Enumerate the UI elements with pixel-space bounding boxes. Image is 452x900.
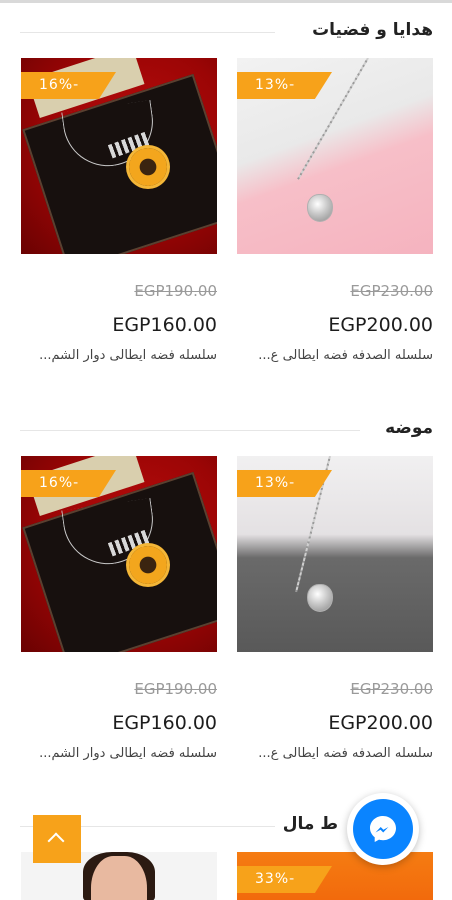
messenger-circle	[353, 799, 413, 859]
pearl-pendant	[307, 194, 333, 222]
scroll-to-top-button[interactable]	[33, 815, 81, 863]
discount-badge: 13%-	[237, 72, 332, 99]
top-divider	[0, 0, 452, 3]
sunflower-pendant	[129, 148, 167, 186]
price: EGP200.00	[328, 314, 433, 336]
product-card[interactable]: 16%- EGP190.00 EGP160.00 سلسله فضه ايطال…	[21, 456, 217, 776]
section-divider	[20, 430, 360, 431]
portrait-face	[91, 856, 147, 900]
section-header: هدايا و فضيات	[20, 18, 433, 48]
product-name[interactable]: سلسله فضه ايطالى دوار الشم...	[21, 746, 217, 761]
section-title: موضه	[385, 418, 433, 438]
price: EGP200.00	[328, 712, 433, 734]
old-price: EGP190.00	[134, 282, 217, 300]
product-image[interactable]: 16%-	[21, 456, 217, 652]
old-price: EGP230.00	[350, 282, 433, 300]
price: EGP160.00	[112, 314, 217, 336]
product-image[interactable]: 13%-	[237, 456, 433, 652]
product-card[interactable]: 13%- EGP230.00 EGP200.00 سلسله الصدفه فض…	[237, 456, 433, 776]
section-header: موضه	[20, 416, 433, 446]
sunflower-pendant	[129, 546, 167, 584]
product-image[interactable]: 16%-	[21, 58, 217, 254]
product-name[interactable]: سلسله الصدفه فضه ايطالى ع...	[237, 348, 433, 363]
product-card[interactable]: 13%- EGP230.00 EGP200.00 سلسله الصدفه فض…	[237, 58, 433, 378]
product-image[interactable]: 13%-	[237, 58, 433, 254]
section-divider	[20, 32, 275, 33]
section-title: هدايا و فضيات	[312, 20, 433, 40]
product-name[interactable]: سلسله فضه ايطالى دوار الشم...	[21, 348, 217, 363]
discount-badge: 33%-	[237, 866, 332, 893]
chevron-up-icon	[47, 832, 65, 850]
product-image[interactable]: 33%-	[237, 852, 433, 900]
pearl-pendant	[307, 584, 333, 612]
old-price: EGP230.00	[350, 680, 433, 698]
messenger-icon	[370, 816, 396, 842]
product-card[interactable]: 16%- EGP190.00 EGP160.00 سلسله فضه ايطال…	[21, 58, 217, 378]
old-price: EGP190.00	[134, 680, 217, 698]
product-name[interactable]: سلسله الصدفه فضه ايطالى ع...	[237, 746, 433, 761]
price: EGP160.00	[112, 712, 217, 734]
discount-badge: 13%-	[237, 470, 332, 497]
messenger-chat-button[interactable]	[347, 793, 419, 865]
section-title: ط مال	[282, 814, 338, 834]
product-card[interactable]: 33%-	[237, 852, 433, 900]
